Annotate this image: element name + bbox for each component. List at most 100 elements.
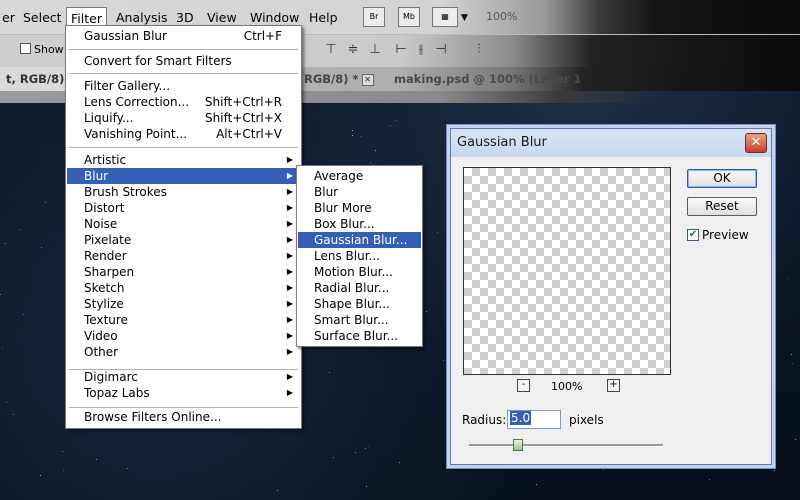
film-strip-icon[interactable]: ▦ bbox=[432, 7, 458, 27]
menu-item-label: Artistic bbox=[84, 153, 127, 167]
submenu-arrow-icon: ▶ bbox=[286, 388, 293, 397]
menu-item-label: Video bbox=[84, 329, 118, 343]
menu-item-artistic[interactable]: Artistic ▶ bbox=[67, 152, 300, 168]
star bbox=[791, 354, 792, 355]
menu-item-last-filter[interactable]: Gaussian Blur Ctrl+F bbox=[67, 28, 300, 44]
menu-separator bbox=[69, 147, 298, 148]
ok-button[interactable]: OK bbox=[687, 169, 757, 188]
star bbox=[41, 247, 42, 248]
submenu-item-average[interactable]: Average bbox=[298, 168, 421, 184]
menu-item-topaz-labs[interactable]: Topaz Labs ▶ bbox=[67, 385, 300, 401]
star bbox=[329, 372, 330, 373]
star bbox=[795, 439, 796, 440]
submenu-item-lens-blur[interactable]: Lens Blur... bbox=[298, 248, 421, 264]
menu-item-label: Other bbox=[84, 345, 119, 359]
radius-slider-thumb[interactable] bbox=[512, 439, 523, 451]
zoom-out-button[interactable]: - bbox=[517, 379, 530, 392]
star bbox=[426, 311, 427, 312]
submenu-arrow-icon: ▶ bbox=[286, 187, 293, 196]
align-bottom-icon[interactable]: ⊥ bbox=[366, 42, 384, 58]
align-hcenter-icon[interactable]: ⫲ bbox=[412, 42, 430, 58]
menu-item-render[interactable]: Render ▶ bbox=[67, 248, 300, 264]
submenu-item-label: Smart Blur... bbox=[314, 313, 389, 327]
mini-bridge-button[interactable]: Mb bbox=[398, 7, 420, 27]
menu-item-shortcut: Alt+Ctrl+V bbox=[216, 127, 282, 141]
star bbox=[40, 475, 41, 476]
menu-item-brush-strokes[interactable]: Brush Strokes ▶ bbox=[67, 184, 300, 200]
close-icon[interactable]: ✕ bbox=[745, 133, 767, 153]
submenu-arrow-icon: ▶ bbox=[286, 235, 293, 244]
tab-document-3[interactable]: making.psd @ 100% (Layer 1 bbox=[388, 67, 587, 91]
menu-item-shortcut: Ctrl+F bbox=[243, 29, 282, 43]
submenu-item-gaussian-blur[interactable]: Gaussian Blur... bbox=[298, 232, 421, 248]
submenu-item-blur[interactable]: Blur bbox=[298, 184, 421, 200]
menu-item-sharpen[interactable]: Sharpen ▶ bbox=[67, 264, 300, 280]
star bbox=[395, 120, 396, 121]
star bbox=[456, 465, 457, 466]
submenu-item-label: Box Blur... bbox=[314, 217, 375, 231]
align-top-icon[interactable]: ⊤ bbox=[322, 42, 340, 58]
star bbox=[536, 484, 537, 485]
star bbox=[277, 490, 278, 491]
menu-item-stylize[interactable]: Stylize ▶ bbox=[67, 296, 300, 312]
menu-item-label: Browse Filters Online... bbox=[84, 410, 222, 424]
menu-item-browse-filters-online[interactable]: Browse Filters Online... bbox=[67, 409, 300, 425]
menu-item-video[interactable]: Video ▶ bbox=[67, 328, 300, 344]
radius-value: 5.0 bbox=[510, 411, 532, 425]
menu-item-sketch[interactable]: Sketch ▶ bbox=[67, 280, 300, 296]
menu-item-label: Liquify... bbox=[84, 111, 134, 125]
submenu-arrow-icon: ▶ bbox=[286, 171, 293, 180]
submenu-item-radial-blur[interactable]: Radial Blur... bbox=[298, 280, 421, 296]
menu-layer[interactable]: er bbox=[0, 9, 19, 27]
radius-slider-track[interactable] bbox=[469, 444, 663, 447]
menu-select[interactable]: Select bbox=[19, 9, 66, 27]
menu-item-label: Lens Correction... bbox=[84, 95, 190, 109]
align-right-icon[interactable]: ⊣ bbox=[432, 42, 450, 58]
preview-checkbox[interactable]: ✔ bbox=[687, 229, 699, 241]
submenu-arrow-icon: ▶ bbox=[286, 203, 293, 212]
reset-button[interactable]: Reset bbox=[687, 197, 757, 216]
dialog-title-bar[interactable]: Gaussian Blur ✕ bbox=[451, 129, 771, 157]
menu-item-lens-correction[interactable]: Lens Correction... Shift+Ctrl+R bbox=[67, 94, 300, 110]
menu-item-blur[interactable]: Blur ▶ bbox=[67, 168, 300, 184]
radius-input[interactable]: 5.0 bbox=[507, 410, 561, 429]
submenu-item-smart-blur[interactable]: Smart Blur... bbox=[298, 312, 421, 328]
show-transform-checkbox[interactable] bbox=[20, 43, 31, 54]
menu-item-label: Brush Strokes bbox=[84, 185, 167, 199]
preview-canvas[interactable] bbox=[463, 167, 671, 375]
star bbox=[63, 470, 64, 471]
submenu-item-blur-more[interactable]: Blur More bbox=[298, 200, 421, 216]
menu-help[interactable]: Help bbox=[305, 9, 342, 27]
tab-close-icon[interactable]: ✕ bbox=[361, 74, 374, 86]
menu-item-other[interactable]: Other ▶ bbox=[67, 344, 300, 360]
align-left-icon[interactable]: ⊢ bbox=[392, 42, 410, 58]
submenu-item-box-blur[interactable]: Box Blur... bbox=[298, 216, 421, 232]
submenu-item-surface-blur[interactable]: Surface Blur... bbox=[298, 328, 421, 344]
submenu-arrow-icon: ▶ bbox=[286, 315, 293, 324]
preview-zoom-level: 100% bbox=[551, 380, 583, 393]
filter-menu: Gaussian Blur Ctrl+F Convert for Smart Fi… bbox=[65, 25, 302, 429]
tab-document-2[interactable]: RGB/8) * ✕ bbox=[298, 67, 380, 91]
menu-item-pixelate[interactable]: Pixelate ▶ bbox=[67, 232, 300, 248]
tab-document-3-label: making.psd @ 100% (Layer 1 bbox=[394, 72, 582, 86]
submenu-item-shape-blur[interactable]: Shape Blur... bbox=[298, 296, 421, 312]
menu-item-distort[interactable]: Distort ▶ bbox=[67, 200, 300, 216]
chevron-down-icon[interactable]: ▼ bbox=[457, 9, 472, 27]
align-vcenter-icon[interactable]: ≑ bbox=[344, 42, 362, 58]
menu-item-noise[interactable]: Noise ▶ bbox=[67, 216, 300, 232]
menu-item-convert-smart-filters[interactable]: Convert for Smart Filters bbox=[67, 53, 300, 69]
zoom-level[interactable]: 100% bbox=[486, 10, 517, 23]
submenu-item-label: Average bbox=[314, 169, 364, 183]
bridge-button[interactable]: Br bbox=[363, 7, 385, 27]
zoom-in-button[interactable]: + bbox=[607, 379, 620, 392]
menu-item-filter-gallery[interactable]: Filter Gallery... bbox=[67, 78, 300, 94]
submenu-item-motion-blur[interactable]: Motion Blur... bbox=[298, 264, 421, 280]
menu-item-digimarc[interactable]: Digimarc ▶ bbox=[67, 369, 300, 385]
auto-align-icon[interactable]: ⫶ bbox=[470, 42, 488, 58]
menu-item-liquify[interactable]: Liquify... Shift+Ctrl+X bbox=[67, 110, 300, 126]
menu-item-vanishing-point[interactable]: Vanishing Point... Alt+Ctrl+V bbox=[67, 126, 300, 142]
menu-item-label: Gaussian Blur bbox=[84, 29, 167, 43]
menu-item-texture[interactable]: Texture ▶ bbox=[67, 312, 300, 328]
submenu-arrow-icon: ▶ bbox=[286, 219, 293, 228]
submenu-arrow-icon: ▶ bbox=[286, 283, 293, 292]
